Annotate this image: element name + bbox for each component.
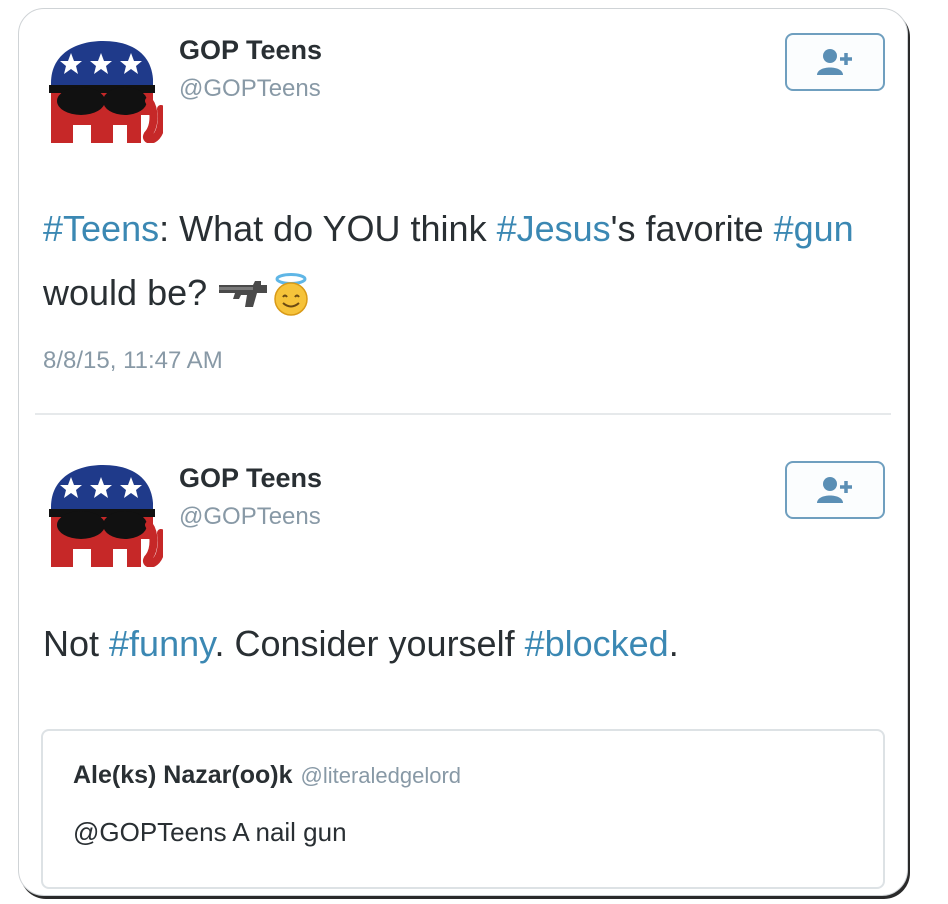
hashtag-link[interactable]: #funny xyxy=(109,623,214,664)
hashtag-link[interactable]: #blocked xyxy=(525,623,669,664)
add-user-icon xyxy=(815,47,855,77)
tweet: GOP Teens @GOPTeens Not #funny. Consider… xyxy=(19,421,907,895)
follow-button[interactable] xyxy=(785,33,885,91)
tweet-timestamp[interactable]: 8/8/15, 11:47 AM xyxy=(43,347,223,375)
pistol-emoji xyxy=(219,281,268,308)
tweet-text-segment: 's favorite xyxy=(610,208,774,249)
smiling-face-with-halo-emoji xyxy=(274,273,308,317)
tweet: GOP Teens @GOPTeens #Teens: What do YOU … xyxy=(19,9,907,413)
author-handle[interactable]: @GOPTeens xyxy=(179,75,321,103)
quoted-author-handle: @literaledgelord xyxy=(300,763,462,788)
author-handle[interactable]: @GOPTeens xyxy=(179,503,321,531)
author-name[interactable]: GOP Teens xyxy=(179,35,322,66)
gop-elephant-avatar[interactable] xyxy=(43,463,163,567)
hashtag-link[interactable]: #gun xyxy=(774,208,854,249)
tweet-card: GOP Teens @GOPTeens #Teens: What do YOU … xyxy=(18,8,908,896)
tweet-divider xyxy=(35,413,891,415)
quoted-author-name: Ale(ks) Nazar(oo)k xyxy=(73,761,293,789)
tweet-text: #Teens: What do YOU think #Jesus's favor… xyxy=(43,197,863,325)
quoted-tweet[interactable]: Ale(ks) Nazar(oo)k @literaledgelord @GOPT… xyxy=(41,729,885,889)
gop-elephant-avatar[interactable] xyxy=(43,39,163,143)
tweet-text: Not #funny. Consider yourself #blocked. xyxy=(43,619,883,669)
hashtag-link[interactable]: #Teens xyxy=(43,208,159,249)
add-user-icon xyxy=(815,475,855,505)
hashtag-link[interactable]: #Jesus xyxy=(497,208,611,249)
follow-button[interactable] xyxy=(785,461,885,519)
tweet-text-segment: . Consider yourself xyxy=(214,623,525,664)
tweet-text-segment: . xyxy=(668,623,679,664)
author-name[interactable]: GOP Teens xyxy=(179,463,322,494)
tweet-text-segment: would be? xyxy=(43,272,208,313)
tweet-text-segment: : What do YOU think xyxy=(159,208,497,249)
quoted-author[interactable]: Ale(ks) Nazar(oo)k @literaledgelord xyxy=(73,761,461,790)
quoted-text: @GOPTeens A nail gun xyxy=(73,817,347,847)
tweet-text-segment: Not xyxy=(43,623,110,664)
